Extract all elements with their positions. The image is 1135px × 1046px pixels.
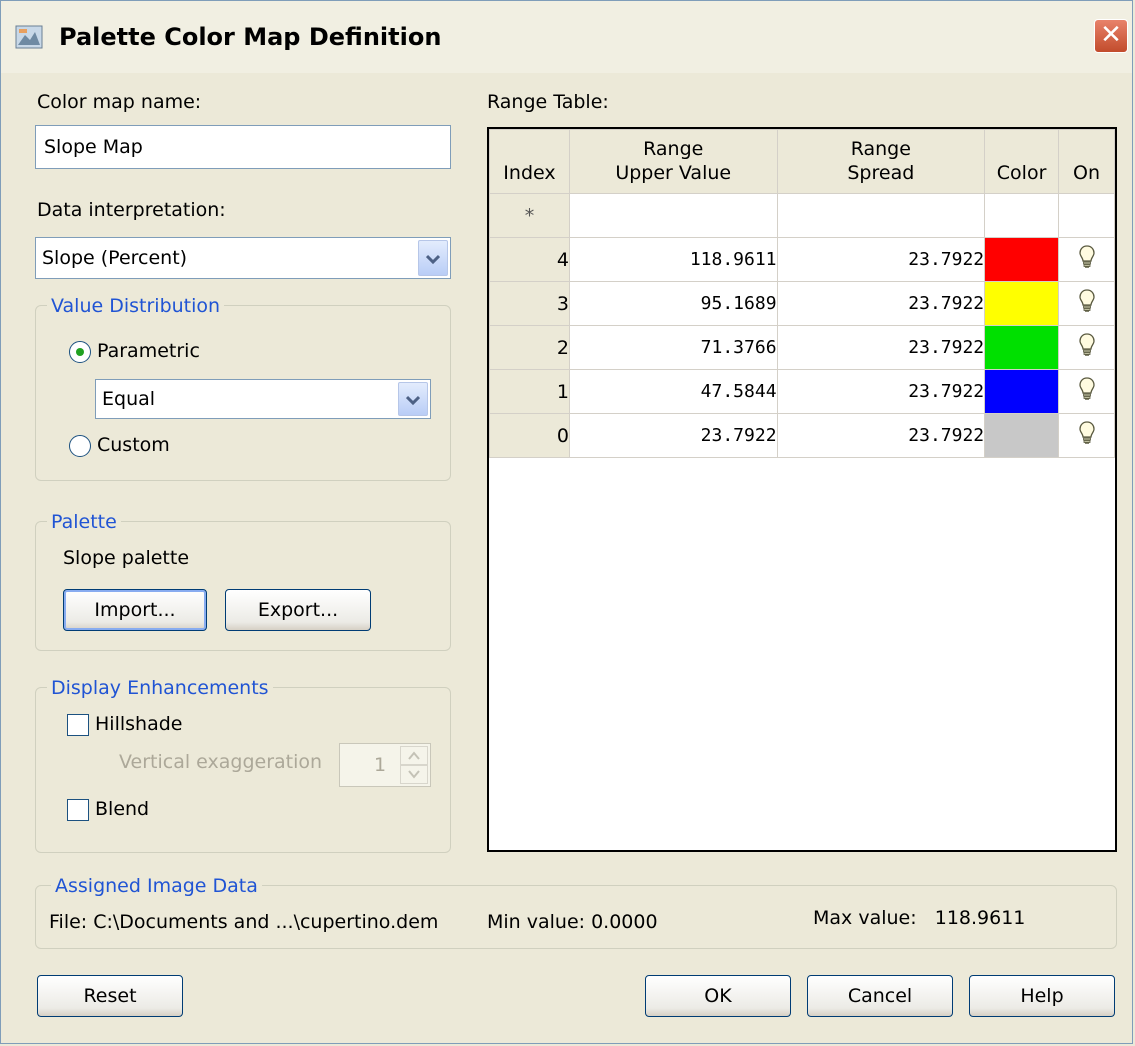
file-path: File: C:\Documents and ...\cupertino.dem xyxy=(49,911,439,933)
window-title: Palette Color Map Definition xyxy=(59,23,442,51)
color-map-name-input[interactable]: Slope Map xyxy=(35,125,451,169)
range-table-label: Range Table: xyxy=(487,91,609,113)
column-header-on[interactable]: On xyxy=(1058,129,1115,194)
row-on-cell[interactable] xyxy=(1058,325,1115,370)
vertical-exaggeration-spinner[interactable]: 1 xyxy=(339,743,431,787)
lightbulb-icon[interactable] xyxy=(1078,333,1095,357)
row-upper-value-cell[interactable]: 95.1689 xyxy=(568,281,778,326)
distribution-method-select[interactable]: Equal xyxy=(95,379,431,419)
chevron-down-icon xyxy=(408,770,420,779)
row-on-cell[interactable] xyxy=(1058,281,1115,326)
data-interpretation-value: Slope (Percent) xyxy=(42,247,188,269)
new-row-color-cell[interactable] xyxy=(984,193,1060,238)
row-spread-cell[interactable]: 23.7922 xyxy=(776,281,986,326)
assigned-image-data-title: Assigned Image Data xyxy=(51,875,262,897)
lightbulb-icon[interactable] xyxy=(1078,245,1095,269)
row-upper-value-cell[interactable]: 47.5844 xyxy=(568,369,778,414)
table-row[interactable]: 1 47.5844 23.7922 xyxy=(489,369,1115,414)
spin-up-button[interactable] xyxy=(400,746,428,765)
app-icon xyxy=(15,25,43,49)
lightbulb-icon[interactable] xyxy=(1078,377,1095,401)
row-color-cell[interactable] xyxy=(984,413,1060,458)
row-on-cell[interactable] xyxy=(1058,237,1115,282)
new-row[interactable]: * xyxy=(489,193,1115,238)
data-interpretation-label: Data interpretation: xyxy=(37,199,226,221)
parametric-label: Parametric xyxy=(97,340,200,362)
column-header-index[interactable]: Index xyxy=(489,129,570,194)
vertical-exaggeration-value: 1 xyxy=(374,754,387,776)
spin-down-button[interactable] xyxy=(400,765,428,784)
display-enhancements-title: Display Enhancements xyxy=(47,677,273,699)
min-value: Min value: 0.0000 xyxy=(487,911,658,933)
chevron-down-icon[interactable] xyxy=(418,240,448,276)
row-spread-cell[interactable]: 23.7922 xyxy=(776,413,986,458)
custom-radio[interactable] xyxy=(69,435,91,457)
data-interpretation-select[interactable]: Slope (Percent) xyxy=(35,237,451,279)
dialog-window: Palette Color Map Definition ✕ Color map… xyxy=(0,0,1133,1044)
table-row[interactable]: 4 118.9611 23.7922 xyxy=(489,237,1115,282)
row-index-cell[interactable]: 3 xyxy=(489,281,570,326)
row-upper-value-cell[interactable]: 23.7922 xyxy=(568,413,778,458)
row-color-cell[interactable] xyxy=(984,281,1060,326)
column-header-range-spread[interactable]: Range Spread xyxy=(776,129,986,194)
value-distribution-title: Value Distribution xyxy=(47,295,225,317)
row-color-cell[interactable] xyxy=(984,237,1060,282)
custom-label: Custom xyxy=(97,434,170,456)
row-index-cell[interactable]: 4 xyxy=(489,237,570,282)
lightbulb-icon[interactable] xyxy=(1078,421,1095,445)
column-header-range-upper-value[interactable]: Range Upper Value xyxy=(568,129,778,194)
row-on-cell[interactable] xyxy=(1058,413,1115,458)
close-button[interactable]: ✕ xyxy=(1094,19,1128,53)
export-button[interactable]: Export... xyxy=(225,589,371,631)
row-upper-value-cell[interactable]: 118.9611 xyxy=(568,237,778,282)
max-value: Max value: 118.9611 xyxy=(813,907,1026,929)
row-spread-cell[interactable]: 23.7922 xyxy=(776,369,986,414)
range-table[interactable]: Index Range Upper Value Range Spread Color… xyxy=(487,127,1117,852)
palette-group xyxy=(35,521,451,651)
parametric-radio[interactable] xyxy=(69,341,91,363)
row-spread-cell[interactable]: 23.7922 xyxy=(776,325,986,370)
row-index-cell[interactable]: 2 xyxy=(489,325,570,370)
blend-checkbox[interactable] xyxy=(67,799,89,821)
color-map-name-label: Color map name: xyxy=(37,91,202,113)
chevron-down-icon[interactable] xyxy=(398,382,428,416)
new-row-marker: * xyxy=(489,193,570,238)
help-button[interactable]: Help xyxy=(969,975,1115,1017)
new-row-upper-cell[interactable] xyxy=(568,193,778,238)
row-upper-value-cell[interactable]: 71.3766 xyxy=(568,325,778,370)
cancel-button[interactable]: Cancel xyxy=(807,975,953,1017)
vertical-exaggeration-label: Vertical exaggeration xyxy=(119,751,323,773)
row-index-cell[interactable]: 0 xyxy=(489,413,570,458)
table-row[interactable]: 0 23.7922 23.7922 xyxy=(489,413,1115,458)
hillshade-checkbox[interactable] xyxy=(67,714,89,736)
ok-button[interactable]: OK xyxy=(645,975,791,1017)
palette-name: Slope palette xyxy=(63,547,190,569)
blend-label: Blend xyxy=(95,798,150,820)
row-color-cell[interactable] xyxy=(984,369,1060,414)
palette-title: Palette xyxy=(47,511,121,533)
column-header-color[interactable]: Color xyxy=(984,129,1060,194)
table-header-row: Index Range Upper Value Range Spread Color… xyxy=(489,129,1115,194)
range-table-grid: Index Range Upper Value Range Spread Color… xyxy=(489,129,1115,458)
table-row[interactable]: 3 95.1689 23.7922 xyxy=(489,281,1115,326)
row-on-cell[interactable] xyxy=(1058,369,1115,414)
row-spread-cell[interactable]: 23.7922 xyxy=(776,237,986,282)
lightbulb-icon[interactable] xyxy=(1078,289,1095,313)
reset-button[interactable]: Reset xyxy=(37,975,183,1017)
row-index-cell[interactable]: 1 xyxy=(489,369,570,414)
new-row-spread-cell[interactable] xyxy=(776,193,986,238)
distribution-method-value: Equal xyxy=(102,388,156,410)
title-bar[interactable]: Palette Color Map Definition ✕ xyxy=(1,1,1132,73)
chevron-up-icon xyxy=(408,751,420,760)
table-row[interactable]: 2 71.3766 23.7922 xyxy=(489,325,1115,370)
hillshade-label: Hillshade xyxy=(95,713,183,735)
new-row-on-cell[interactable] xyxy=(1058,193,1115,238)
import-button[interactable]: Import... xyxy=(63,589,207,631)
row-color-cell[interactable] xyxy=(984,325,1060,370)
